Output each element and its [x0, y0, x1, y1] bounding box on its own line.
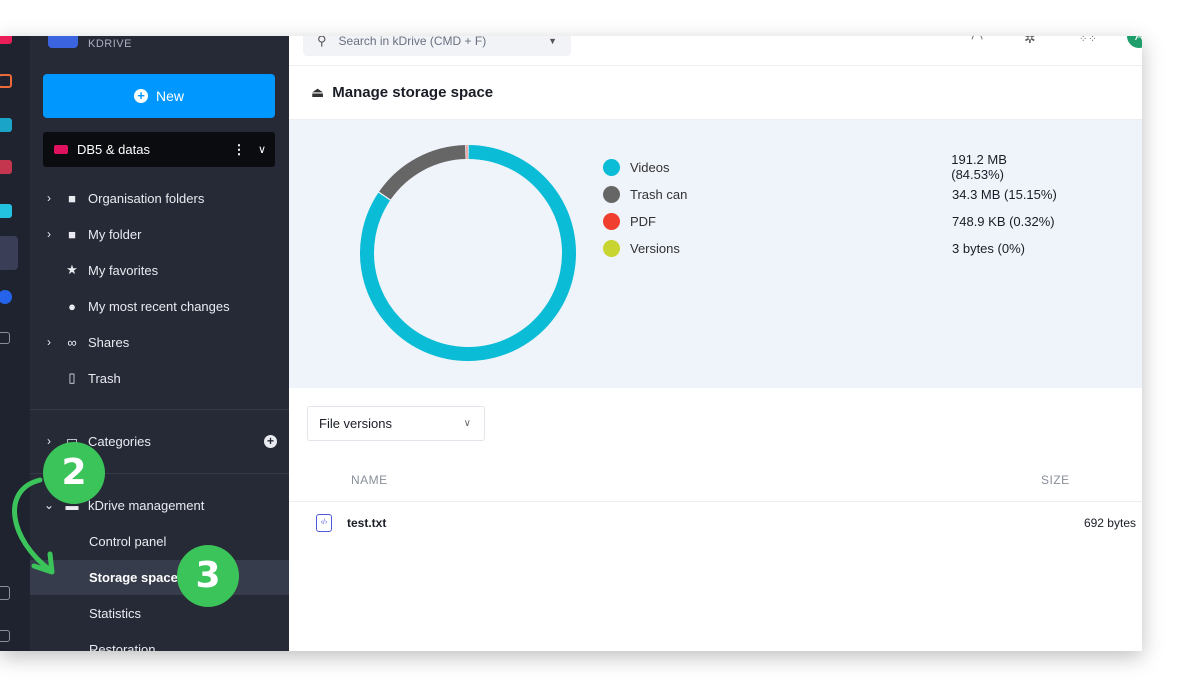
star-icon: ★ — [66, 262, 78, 277]
kdrive-app-icon[interactable] — [0, 236, 18, 270]
chevron-right-icon[interactable]: › — [42, 191, 56, 205]
column-header-name[interactable]: NAME — [351, 473, 388, 487]
sidebar-item-statistics[interactable]: Statistics — [30, 598, 289, 628]
plus-circle-icon: + — [133, 89, 148, 103]
column-header-size[interactable]: SIZE — [1041, 473, 1070, 487]
filter-selected-value: File versions — [319, 416, 392, 431]
legend-swatch — [603, 158, 620, 176]
gear-icon[interactable]: ✲ — [1024, 36, 1036, 47]
search-input[interactable]: ⚲ Search in kDrive (CMD + F) ▼ — [303, 36, 571, 56]
drive-icon — [54, 145, 68, 154]
home-icon[interactable] — [0, 74, 12, 88]
sidebar-item-label: My favorites — [88, 262, 159, 278]
sidebar-item-label: Storage space — [89, 570, 178, 585]
chevron-right-icon[interactable]: › — [42, 335, 56, 349]
sidebar-item-my-favorites[interactable]: ★ My favorites — [30, 255, 289, 285]
table-header-divider — [289, 501, 1142, 502]
link-icon: ∞ — [67, 334, 77, 350]
page-header: ⏏ Manage storage space — [289, 66, 1142, 120]
new-button-label: New — [155, 88, 184, 104]
trash-icon: ▯ — [68, 370, 76, 385]
step-2-badge: 2 — [43, 442, 105, 504]
legend-value: 191.2 MB (84.53%) — [951, 152, 1007, 182]
sidebar-item-label: Categories — [88, 433, 151, 449]
step-3-badge: 3 — [177, 545, 239, 607]
search-icon: ⚲ — [317, 36, 327, 48]
drive-storage-icon: ⏏ — [311, 84, 325, 100]
storage-donut-chart — [360, 145, 576, 361]
search-placeholder: Search in kDrive (CMD + F) — [338, 36, 487, 48]
chevron-right-icon[interactable]: › — [42, 434, 56, 448]
top-bar: ⚲ Search in kDrive (CMD + F) ▼ ◠ ✲ ⁘⁘ A — [289, 36, 1142, 66]
chevron-right-icon[interactable]: › — [42, 227, 56, 241]
sidebar-item-label: Restoration — [89, 641, 156, 652]
add-category-icon[interactable]: + — [264, 434, 277, 448]
legend-item-videos: Videos 191.2 MB (84.53%) — [603, 152, 1063, 182]
code-file-icon: ‹/› — [316, 514, 332, 532]
app-window: KDRIVE + New DB5 & datas ⋮ ∨ › ■ Organis… — [0, 36, 1142, 651]
sidebar-item-recent-changes[interactable]: ● My most recent changes — [30, 291, 289, 321]
page-title: Manage storage space — [332, 84, 494, 101]
main-content: ⚲ Search in kDrive (CMD + F) ▼ ◠ ✲ ⁘⁘ A … — [289, 36, 1142, 651]
clock-icon: ● — [68, 298, 76, 314]
avatar[interactable]: A — [1127, 36, 1142, 48]
drive-name: DB5 & datas — [77, 142, 150, 157]
add-app-icon[interactable] — [0, 332, 10, 344]
sidebar-item-my-folder[interactable]: › ■ My folder — [30, 219, 289, 249]
legend-value: 748.9 KB (0.32%) — [952, 213, 1055, 229]
donut-slice-trash-can — [379, 145, 466, 200]
organisation-folder-icon: ■ — [68, 190, 76, 206]
sidebar-item-organisation-folders[interactable]: › ■ Organisation folders — [30, 183, 289, 213]
legend-swatch — [603, 239, 620, 257]
file-type-filter-select[interactable]: File versions ∨ — [307, 406, 485, 441]
file-size: 692 bytes — [1083, 516, 1136, 530]
tutorial-arrow-path — [12, 477, 53, 573]
brand-label: KDRIVE — [88, 38, 132, 50]
legend-label: Trash can — [630, 186, 688, 202]
sidebar-item-label: Organisation folders — [88, 190, 205, 206]
legend-value: 34.3 MB (15.15%) — [952, 186, 1057, 202]
legend-label: Videos — [629, 159, 670, 175]
legend-swatch — [603, 212, 620, 230]
sidebar-item-label: My folder — [88, 226, 142, 242]
table-row[interactable]: ‹/› test.txt 692 bytes — [289, 508, 1142, 538]
folder-icon: ■ — [68, 226, 76, 242]
app-icon-teal[interactable] — [0, 118, 12, 132]
app-icon-blue[interactable] — [0, 290, 12, 304]
more-options-icon[interactable]: ⋮ — [229, 142, 249, 158]
legend-swatch — [603, 185, 620, 203]
sidebar-item-restoration[interactable]: Restoration — [30, 634, 289, 652]
sidebar-item-shares[interactable]: › ∞ Shares — [30, 327, 289, 357]
kdrive-logo — [48, 36, 78, 48]
help-icon[interactable] — [0, 630, 10, 642]
legend-item-pdf: PDF 748.9 KB (0.32%) — [603, 209, 1063, 233]
file-name[interactable]: test.txt — [347, 516, 386, 530]
sidebar-item-label: Control panel — [89, 533, 167, 549]
legend-value: 3 bytes (0%) — [952, 240, 1025, 256]
sidebar-item-label: My most recent changes — [88, 298, 230, 314]
chevron-down-icon[interactable]: ∨ — [249, 143, 275, 156]
sidebar-item-label: Statistics — [89, 605, 142, 621]
caret-down-icon[interactable]: ▼ — [548, 36, 557, 46]
drive-selector[interactable]: DB5 & datas ⋮ ∨ — [43, 132, 275, 167]
sidebar-item-label: Shares — [88, 334, 130, 350]
apps-grid-icon[interactable]: ⁘⁘ — [1079, 36, 1098, 45]
device-icon[interactable] — [0, 586, 10, 600]
sidebar-item-label: kDrive management — [88, 497, 205, 513]
sidebar-item-label: Trash — [88, 370, 121, 386]
storage-chart-panel: Videos 191.2 MB (84.53%) Trash can 34.3 … — [289, 120, 1142, 388]
app-icon-pink[interactable] — [0, 36, 12, 44]
app-icon-cyan[interactable] — [0, 204, 12, 218]
legend-item-versions: Versions 3 bytes (0%) — [603, 236, 1063, 260]
sidebar-item-trash[interactable]: ▯ Trash — [30, 363, 289, 393]
sidebar-divider — [30, 409, 289, 410]
bell-icon[interactable]: ◠ — [971, 36, 983, 47]
chevron-down-icon: ∨ — [463, 418, 471, 429]
app-icon-red[interactable] — [0, 160, 12, 174]
new-button[interactable]: + New — [43, 74, 275, 118]
legend-label: PDF — [630, 213, 656, 229]
legend-label: Versions — [630, 240, 680, 256]
legend-item-trash-can: Trash can 34.3 MB (15.15%) — [603, 182, 1063, 206]
